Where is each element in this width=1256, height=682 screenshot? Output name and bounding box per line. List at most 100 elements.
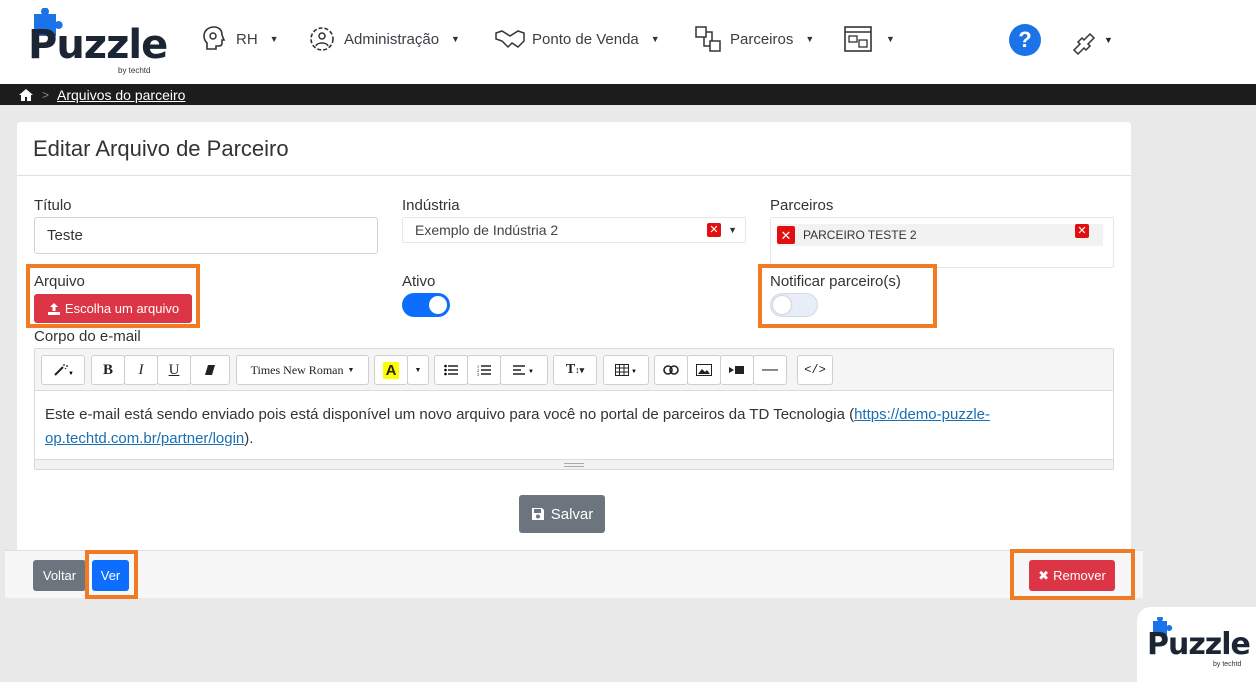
line-height-button[interactable]: T ↕▾ xyxy=(553,355,597,385)
underline-button[interactable]: U xyxy=(157,355,191,385)
industria-label: Indústria xyxy=(402,197,460,214)
nav-administracao-label: Administração xyxy=(344,30,440,48)
italic-button[interactable]: I xyxy=(124,355,158,385)
svg-text:▼: ▼ xyxy=(68,371,73,377)
help-button[interactable]: ? xyxy=(1009,24,1041,56)
handshake-icon xyxy=(495,30,525,49)
svg-text:▼: ▼ xyxy=(631,369,637,375)
corner-logo: Puzzle by techtd xyxy=(1137,607,1256,682)
table-icon: ▼ xyxy=(615,364,637,376)
breadcrumb-separator: > xyxy=(42,87,50,102)
video-icon xyxy=(729,366,744,374)
nav-ponto-de-venda-label: Ponto de Venda xyxy=(532,30,639,48)
breadcrumb: > Arquivos do parceiro xyxy=(0,84,1256,105)
nav-dashboard[interactable]: ▼ xyxy=(842,22,895,56)
logo-subtext: by techtd xyxy=(118,66,151,75)
email-editor: ▼ B I U Times New Roman ▼ A ▼ 123 ▼ T ↕▾… xyxy=(34,348,1114,470)
table-button[interactable]: ▼ xyxy=(603,355,649,385)
bullet-list-icon xyxy=(444,364,458,376)
editor-content[interactable]: Este e-mail está sendo enviado pois está… xyxy=(35,391,1113,463)
image-button[interactable] xyxy=(687,355,721,385)
corner-logo-wordmark: Puzzle xyxy=(1147,627,1251,662)
puzzle-logo[interactable]: Puzzle by techtd xyxy=(26,8,168,76)
highlight-arquivo xyxy=(26,264,200,328)
partner-chip: ✕ PARCEIRO TESTE 2 xyxy=(777,224,1103,246)
remove-chip-icon[interactable]: ✕ xyxy=(777,226,795,244)
editor-toolbar: ▼ B I U Times New Roman ▼ A ▼ 123 ▼ T ↕▾… xyxy=(35,349,1113,391)
chevron-down-icon: ▼ xyxy=(886,34,895,44)
top-navbar: Puzzle by techtd RH ▼ Administração ▼ Po… xyxy=(0,0,1256,84)
numbered-list-icon: 123 xyxy=(477,364,491,376)
titulo-input[interactable]: Teste xyxy=(34,217,378,254)
clear-icon[interactable]: ✕ xyxy=(707,223,721,237)
chevron-down-icon: ▼ xyxy=(451,34,460,44)
horizontal-rule-button[interactable]: — xyxy=(753,355,787,385)
parceiros-label: Parceiros xyxy=(770,197,834,214)
unordered-list-button[interactable] xyxy=(434,355,468,385)
link-button[interactable] xyxy=(654,355,688,385)
save-button[interactable]: Salvar xyxy=(519,495,605,533)
highlight-a-icon: A xyxy=(382,361,400,379)
nav-ponto-de-venda[interactable]: Ponto de Venda ▼ xyxy=(494,22,660,56)
chevron-down-icon: ▼ xyxy=(1104,35,1113,45)
highlight-remover xyxy=(1010,549,1135,600)
color-dropdown-button[interactable]: ▼ xyxy=(407,355,429,385)
floppy-disk-icon xyxy=(531,508,544,520)
industria-select[interactable]: Exemplo de Indústria 2 ✕ ▼ xyxy=(402,217,746,243)
font-family-label: Times New Roman xyxy=(250,362,344,377)
industria-value: Exemplo de Indústria 2 xyxy=(415,222,559,238)
corner-logo-subtext: by techtd xyxy=(1213,661,1242,668)
nav-rh-label: RH xyxy=(236,30,258,48)
card-title: Editar Arquivo de Parceiro xyxy=(17,122,1131,176)
edit-card: Editar Arquivo de Parceiro Título Teste … xyxy=(17,122,1131,598)
text-color-button[interactable]: A xyxy=(374,355,408,385)
parceiros-select[interactable]: ✕ PARCEIRO TESTE 2 ✕ xyxy=(770,217,1114,268)
breadcrumb-current[interactable]: Arquivos do parceiro xyxy=(57,87,185,103)
nav-administracao[interactable]: Administração ▼ xyxy=(306,22,460,56)
email-text-after: ). xyxy=(244,430,254,447)
svg-text:3: 3 xyxy=(477,372,479,376)
ordered-list-button[interactable]: 123 xyxy=(467,355,501,385)
eraser-icon xyxy=(205,365,215,375)
chevron-down-icon: ▼ xyxy=(650,34,660,44)
clear-format-button[interactable] xyxy=(190,355,230,385)
nav-rh[interactable]: RH ▼ xyxy=(198,22,279,56)
cog-person-icon xyxy=(310,27,334,51)
highlight-ver xyxy=(85,550,138,599)
chevron-down-icon: ▼ xyxy=(269,34,279,44)
editor-resize-handle[interactable] xyxy=(35,459,1113,469)
card-footer: Voltar Ver ✖ Remover xyxy=(5,550,1143,598)
home-icon[interactable] xyxy=(18,88,34,102)
dashboard-window-icon xyxy=(844,26,872,52)
titulo-label: Título xyxy=(34,197,72,214)
back-button[interactable]: Voltar xyxy=(33,560,86,591)
chevron-down-icon: ▼ xyxy=(805,34,815,44)
clear-all-icon[interactable]: ✕ xyxy=(1075,224,1089,238)
nav-parceiros[interactable]: Parceiros ▼ xyxy=(692,22,814,56)
settings-menu[interactable]: ▼ xyxy=(1068,24,1113,56)
save-label: Salvar xyxy=(550,505,594,523)
email-text-before: Este e-mail está sendo enviado pois está… xyxy=(45,406,855,423)
magic-style-button[interactable]: ▼ xyxy=(41,355,85,385)
align-left-icon: ▼ xyxy=(513,365,534,375)
chevron-down-icon[interactable]: ▼ xyxy=(728,225,737,235)
highlight-notificar xyxy=(758,264,937,328)
partner-chip-label: PARCEIRO TESTE 2 xyxy=(803,228,917,242)
puzzle-settings-icon xyxy=(1072,32,1096,56)
nav-parceiros-label: Parceiros xyxy=(730,30,794,48)
partners-puzzle-icon xyxy=(695,26,721,52)
video-button[interactable] xyxy=(720,355,754,385)
corpo-label: Corpo do e-mail xyxy=(34,328,141,345)
link-icon xyxy=(663,365,679,375)
font-family-select[interactable]: Times New Roman ▼ xyxy=(236,355,369,385)
logo-wordmark: Puzzle xyxy=(28,22,168,68)
paragraph-align-button[interactable]: ▼ xyxy=(500,355,548,385)
chevron-down-icon: ▼ xyxy=(347,366,355,374)
head-gear-icon xyxy=(203,26,226,50)
svg-text:▼: ▼ xyxy=(528,369,534,375)
magic-wand-icon: ▼ xyxy=(54,364,73,377)
code-view-button[interactable]: </> xyxy=(797,355,833,385)
bold-button[interactable]: B xyxy=(91,355,125,385)
ativo-toggle[interactable] xyxy=(402,293,450,317)
ativo-label: Ativo xyxy=(402,273,436,290)
